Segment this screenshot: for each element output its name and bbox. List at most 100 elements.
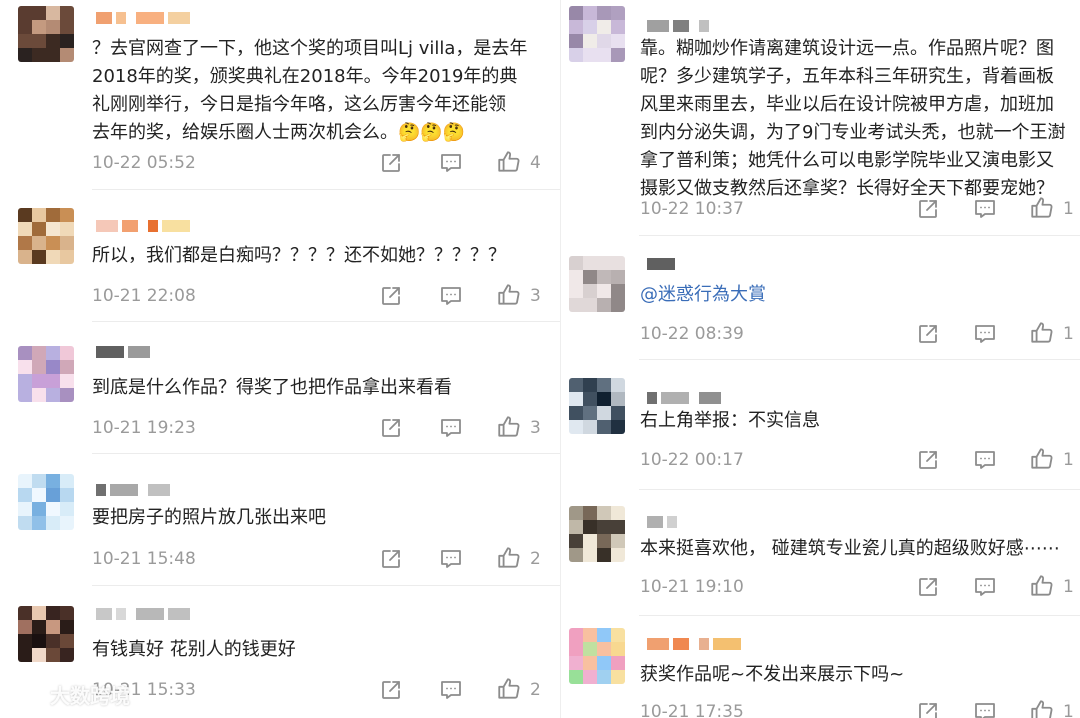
comment-icon xyxy=(975,703,995,718)
reply-button[interactable] xyxy=(436,675,466,705)
share-icon xyxy=(382,419,400,437)
comment-timestamp: 10-22 10:37 xyxy=(640,199,744,219)
share-icon xyxy=(919,200,937,218)
share-button[interactable] xyxy=(913,445,943,475)
username-redacted[interactable] xyxy=(647,392,725,404)
username-redacted[interactable] xyxy=(647,20,713,32)
thumbs-up-icon xyxy=(1031,197,1053,218)
share-button[interactable] xyxy=(913,572,943,602)
comment-column-right: 靠。糊咖炒作请离建筑设计远一点。作品照片呢？图 呢？多少建筑学子，五年本科三年研… xyxy=(560,0,1080,718)
reply-button[interactable] xyxy=(970,319,1000,349)
comment-timestamp: 10-21 17:35 xyxy=(640,702,744,718)
thumbs-up-icon xyxy=(498,678,520,699)
reply-button[interactable] xyxy=(436,544,466,574)
avatar[interactable] xyxy=(18,346,74,402)
watermark-text: 大数跨境 xyxy=(50,684,130,708)
comment-timestamp: 10-21 15:48 xyxy=(92,549,196,569)
reply-button[interactable] xyxy=(970,194,1000,224)
comment-item: 到底是什么作品？得奖了也把作品拿出来看看 10-21 19:23 3 xyxy=(0,322,560,454)
comment-item: @迷惑行為大賞 10-22 08:39 1 xyxy=(561,236,1080,360)
like-button[interactable] xyxy=(494,280,524,310)
username-redacted[interactable] xyxy=(96,608,200,620)
comment-item: 右上角举报：不实信息 10-22 00:17 1 xyxy=(561,360,1080,490)
watermark: 大数跨境 xyxy=(8,680,130,709)
share-button[interactable] xyxy=(376,413,406,443)
comment-timestamp: 10-21 19:23 xyxy=(92,418,196,438)
username-redacted[interactable] xyxy=(96,484,174,496)
like-button[interactable] xyxy=(494,674,524,704)
avatar[interactable] xyxy=(18,606,74,662)
reply-button[interactable] xyxy=(436,148,466,178)
share-button[interactable] xyxy=(376,148,406,178)
comment-item: 本来挺喜欢他， 碰建筑专业瓷儿真的超级败好感⋯⋯ 10-21 19:10 1 xyxy=(561,490,1080,616)
share-button[interactable] xyxy=(376,281,406,311)
username-redacted[interactable] xyxy=(96,220,200,232)
thumbs-up-icon xyxy=(1031,700,1053,718)
reply-button[interactable] xyxy=(436,281,466,311)
comment-text: 获奖作品呢~不发出来展示下吗~ xyxy=(640,664,905,685)
avatar[interactable] xyxy=(569,506,625,562)
comment-text: ？去官网查了一下，他这个奖的项目叫Lj villa，是去年 2018年的奖，颁奖… xyxy=(92,38,528,143)
share-icon xyxy=(919,703,937,718)
username-redacted[interactable] xyxy=(647,638,751,650)
comment-item: 所以，我们都是白痴吗？？？？还不如她？？？？？ 10-21 22:08 3 xyxy=(0,190,560,322)
comment-item: 靠。糊咖炒作请离建筑设计远一点。作品照片呢？图 呢？多少建筑学子，五年本科三年研… xyxy=(561,0,1080,236)
like-button[interactable] xyxy=(1027,571,1057,601)
comment-item: 要把房子的照片放几张出来吧 10-21 15:48 2 xyxy=(0,454,560,586)
avatar[interactable] xyxy=(18,6,74,62)
avatar[interactable] xyxy=(569,378,625,434)
comment-icon xyxy=(975,325,995,343)
like-button[interactable] xyxy=(1027,444,1057,474)
share-icon xyxy=(382,287,400,305)
like-count: 1 xyxy=(1063,450,1074,470)
like-count: 3 xyxy=(530,418,541,438)
like-button[interactable] xyxy=(494,543,524,573)
like-count: 4 xyxy=(530,153,541,173)
like-button[interactable] xyxy=(1027,696,1057,718)
comment-icon xyxy=(441,154,461,172)
like-button[interactable] xyxy=(494,412,524,442)
comment-icon xyxy=(975,578,995,596)
share-icon xyxy=(919,325,937,343)
comment-timestamp: 10-21 22:08 xyxy=(92,286,196,306)
reply-button[interactable] xyxy=(970,572,1000,602)
like-count: 1 xyxy=(1063,577,1074,597)
comment-icon xyxy=(441,681,461,699)
share-button[interactable] xyxy=(913,697,943,718)
comment-icon xyxy=(975,451,995,469)
comment-icon xyxy=(441,287,461,305)
thumbs-up-icon xyxy=(1031,448,1053,469)
avatar[interactable] xyxy=(569,628,625,684)
thumbs-up-icon xyxy=(1031,322,1053,343)
comment-icon xyxy=(975,200,995,218)
share-button[interactable] xyxy=(913,194,943,224)
like-button[interactable] xyxy=(1027,318,1057,348)
share-button[interactable] xyxy=(376,544,406,574)
like-button[interactable] xyxy=(1027,193,1057,223)
like-button[interactable] xyxy=(494,147,524,177)
weibo-logo-icon xyxy=(10,685,40,707)
reply-button[interactable] xyxy=(970,697,1000,718)
username-redacted[interactable] xyxy=(647,258,679,270)
avatar[interactable] xyxy=(569,6,625,62)
share-button[interactable] xyxy=(913,319,943,349)
share-button[interactable] xyxy=(376,675,406,705)
username-redacted[interactable] xyxy=(96,12,200,24)
reply-button[interactable] xyxy=(970,445,1000,475)
avatar[interactable] xyxy=(18,474,74,530)
comment-text: 有钱真好 花别人的钱更好 xyxy=(92,639,296,660)
like-count: 2 xyxy=(530,680,541,700)
avatar[interactable] xyxy=(18,208,74,264)
like-count: 2 xyxy=(530,549,541,569)
username-redacted[interactable] xyxy=(647,516,687,528)
username-redacted[interactable] xyxy=(96,346,160,358)
comment-text: 所以，我们都是白痴吗？？？？还不如她？？？？？ xyxy=(92,245,506,266)
like-count: 3 xyxy=(530,286,541,306)
share-icon xyxy=(919,451,937,469)
mention-link[interactable]: @迷惑行為大賞 xyxy=(640,281,766,309)
thumbs-up-icon xyxy=(498,547,520,568)
reply-button[interactable] xyxy=(436,413,466,443)
like-count: 1 xyxy=(1063,199,1074,219)
like-count: 1 xyxy=(1063,702,1074,718)
avatar[interactable] xyxy=(569,256,625,312)
